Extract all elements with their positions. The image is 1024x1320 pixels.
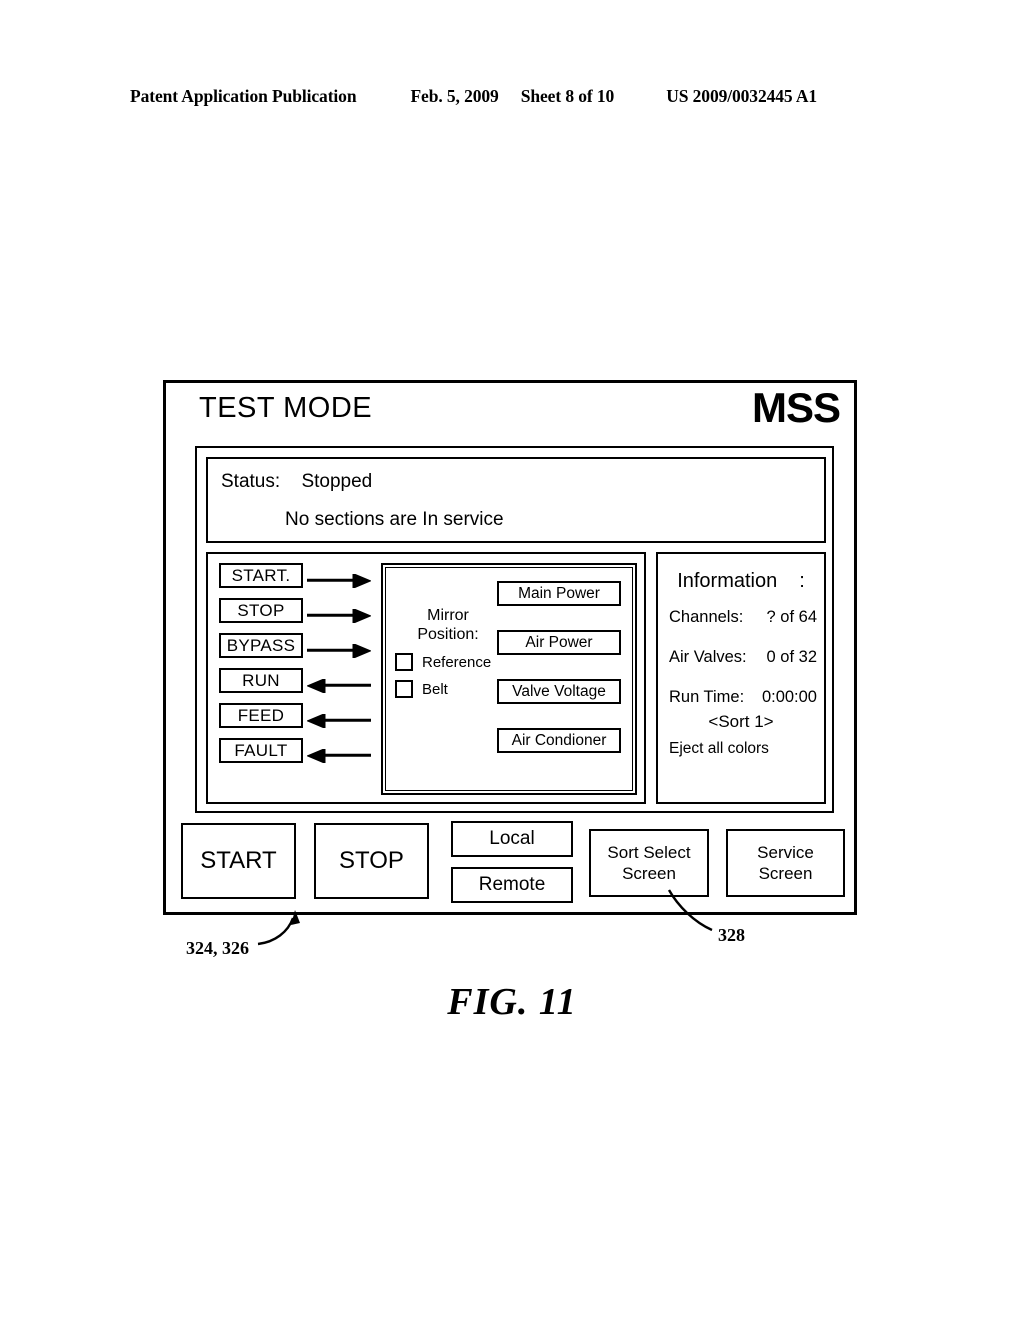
signal-row: BYPASS <box>219 633 371 668</box>
status-line: Status: Stopped <box>221 471 372 493</box>
patent-page-header: Patent Application Publication Feb. 5, 2… <box>130 86 894 107</box>
status-label: Status: <box>221 471 281 492</box>
control-screen-frame: TEST MODE MSS Status: Stopped No section… <box>163 380 857 915</box>
information-panel: Information: Channels: ? of 64 Air Valve… <box>656 552 826 804</box>
info-label-run-time: Run Time: <box>669 688 745 706</box>
publication-date: Feb. 5, 2009 <box>410 86 499 106</box>
signal-row: FAULT <box>219 738 371 773</box>
service-screen-button[interactable]: Service Screen <box>726 829 845 897</box>
stop-button[interactable]: STOP <box>314 823 429 899</box>
checkbox-belt-label: Belt <box>422 680 448 698</box>
checkbox-reference-label: Reference <box>422 653 492 671</box>
start-button[interactable]: START <box>181 823 296 899</box>
information-rows: Channels: ? of 64 Air Valves: 0 of 32 Ru… <box>669 608 817 728</box>
mode-title: TEST MODE <box>199 392 373 424</box>
arrow-right-icon <box>307 574 371 588</box>
brand-logo-mss: MSS <box>751 384 841 431</box>
arrow-right-icon <box>307 644 371 658</box>
information-title-text: Information <box>677 570 778 592</box>
signal-feed[interactable]: FEED <box>219 703 303 728</box>
arrow-left-icon <box>307 679 371 693</box>
checkbox-reference[interactable] <box>395 653 413 671</box>
arrow-left-icon <box>307 714 371 728</box>
information-title: Information: <box>658 570 824 593</box>
middle-region: START. STOP BYPASS RUN FEED FAULT Mirror… <box>206 552 826 804</box>
info-row-air-valves: Air Valves: 0 of 32 <box>669 648 817 667</box>
signals-and-controls-group: START. STOP BYPASS RUN FEED FAULT Mirror… <box>206 552 646 804</box>
button-air-conditioner[interactable]: Air Condioner <box>497 728 621 753</box>
mirror-position-label: Mirror Position: <box>395 606 501 644</box>
signal-row: FEED <box>219 703 371 738</box>
power-button-column: Main Power Air Power Valve Voltage Air C… <box>497 581 621 753</box>
local-button[interactable]: Local <box>451 821 573 857</box>
information-title-colon: : <box>799 570 805 592</box>
mirror-option-belt[interactable]: Belt <box>395 680 513 698</box>
sort-selector[interactable]: <Sort 1> <box>658 712 824 732</box>
status-message: No sections are In service <box>285 509 504 530</box>
sort-select-screen-button[interactable]: Sort Select Screen <box>589 829 709 897</box>
reference-numeral-324-326: 324, 326 <box>186 938 249 958</box>
info-value-air-valves: 0 of 32 <box>766 648 817 666</box>
status-value: Stopped <box>301 471 373 492</box>
mirror-label-line1: Mirror <box>427 607 469 624</box>
signal-row: STOP <box>219 598 371 633</box>
arrow-left-icon <box>307 749 371 763</box>
info-row-channels: Channels: ? of 64 <box>669 608 817 627</box>
remote-button[interactable]: Remote <box>451 867 573 903</box>
sheet-number: Sheet 8 of 10 <box>520 86 615 106</box>
button-air-power[interactable]: Air Power <box>497 630 621 655</box>
reference-numeral-328: 328 <box>718 925 745 945</box>
screen-content-box: Status: Stopped No sections are In servi… <box>195 446 834 813</box>
checkbox-belt[interactable] <box>395 680 413 698</box>
mirror-option-reference[interactable]: Reference <box>395 653 513 671</box>
publication-label: Patent Application Publication <box>130 86 357 106</box>
screen-title-row: TEST MODE MSS <box>166 383 854 445</box>
signal-row: RUN <box>219 668 371 703</box>
eject-description: Eject all colors <box>669 740 769 757</box>
signal-row: START. <box>219 563 371 598</box>
info-value-channels: ? of 64 <box>766 608 817 626</box>
signal-indicator-column: START. STOP BYPASS RUN FEED FAULT <box>219 563 371 773</box>
status-panel: Status: Stopped No sections are In servi… <box>206 457 826 543</box>
action-button-row: START STOP Local Remote Sort Select Scre… <box>181 821 845 905</box>
signal-fault[interactable]: FAULT <box>219 738 303 763</box>
mirror-and-power-panel: Mirror Position: Reference Belt Main Pow… <box>381 563 637 795</box>
button-valve-voltage[interactable]: Valve Voltage <box>497 679 621 704</box>
signal-start[interactable]: START. <box>219 563 303 588</box>
signal-stop[interactable]: STOP <box>219 598 303 623</box>
figure-caption: FIG. 11 <box>447 981 577 1023</box>
info-label-channels: Channels: <box>669 608 744 626</box>
signal-bypass[interactable]: BYPASS <box>219 633 303 658</box>
mirror-label-line2: Position: <box>417 626 479 643</box>
arrow-right-icon <box>307 609 371 623</box>
mirror-position-block: Mirror Position: Reference Belt <box>395 606 513 698</box>
patent-number: US 2009/0032445 A1 <box>666 86 818 106</box>
signal-run[interactable]: RUN <box>219 668 303 693</box>
button-main-power[interactable]: Main Power <box>497 581 621 606</box>
info-value-run-time: 0:00:00 <box>761 688 817 706</box>
info-label-air-valves: Air Valves: <box>669 648 747 666</box>
info-row-run-time: Run Time: 0:00:00 <box>669 688 817 707</box>
